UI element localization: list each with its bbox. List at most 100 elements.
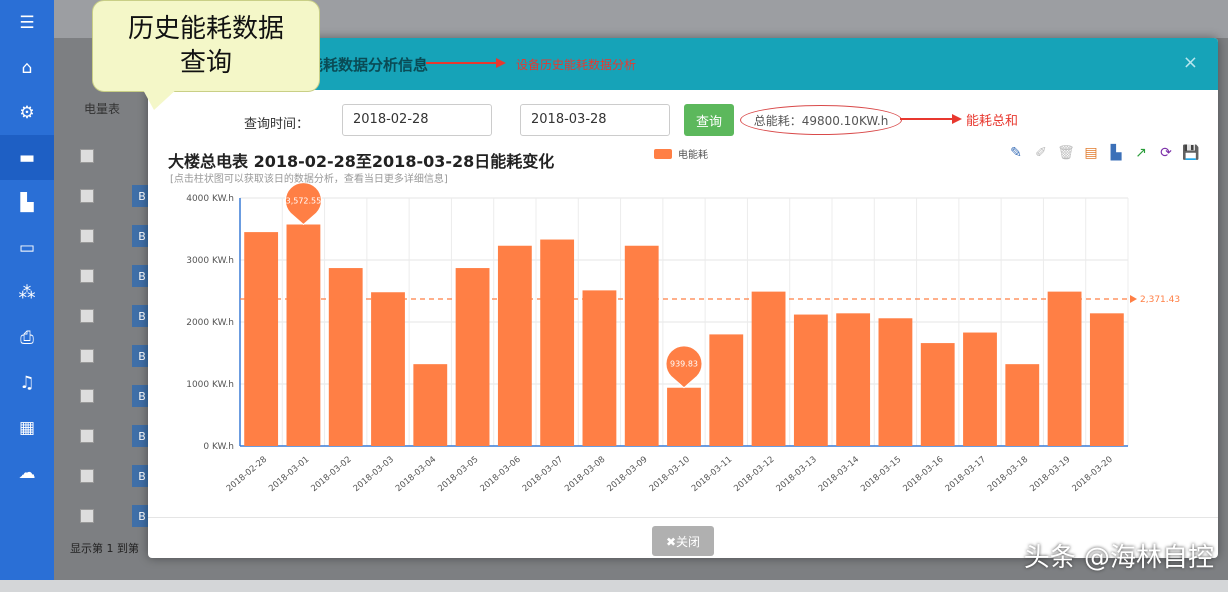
row-checkbox[interactable]: [80, 429, 94, 443]
page-info: 显示第 1 到第: [70, 542, 139, 555]
cloud-upload-icon[interactable]: ☁: [0, 450, 54, 495]
watermark: 头条 @海林自控: [1023, 543, 1214, 573]
print-icon[interactable]: ⎙: [0, 315, 54, 360]
end-date-input[interactable]: 2018-03-28: [520, 104, 670, 136]
background-table: 电量表 B B B B B B B B B: [60, 40, 160, 580]
x-tick-label: 2018-03-13: [775, 455, 819, 494]
chart-title: 大楼总电表 2018-02-28至2018-03-28日能耗变化: [168, 152, 555, 171]
start-date-input[interactable]: 2018-02-28: [342, 104, 492, 136]
x-tick-label: 2018-03-16: [901, 455, 945, 494]
query-button[interactable]: 查询: [684, 104, 734, 136]
arrow-annotation-icon: [426, 58, 506, 68]
chart-bar[interactable]: [920, 343, 955, 446]
row-checkbox[interactable]: [80, 309, 94, 323]
x-tick-label: 2018-03-10: [648, 455, 692, 494]
legend-swatch: [654, 148, 672, 159]
mark-undo-icon[interactable]: ✐: [1032, 144, 1050, 162]
y-tick-label: 4000 KW.h: [186, 194, 234, 204]
chart-bar[interactable]: [667, 387, 701, 446]
home-icon[interactable]: ⌂: [0, 45, 54, 90]
chart-bar[interactable]: [413, 364, 448, 446]
chart-bar[interactable]: [878, 318, 913, 446]
x-tick-label: 2018-03-01: [267, 455, 311, 494]
background-tab-label: 电量表: [84, 102, 121, 116]
sidebar: ☰ ⌂ ⚙ ▬ ▙ ▭ ⁂ ⎙ ♫ ▦ ☁: [0, 0, 54, 580]
chart-legend[interactable]: 电能耗: [654, 146, 708, 161]
x-tick-label: 2018-03-12: [732, 455, 776, 494]
modal-title: 能耗数据分析信息: [308, 56, 429, 74]
row-checkbox[interactable]: [80, 269, 94, 283]
card-icon[interactable]: ▭: [0, 225, 54, 270]
y-tick-label: 0 KW.h: [203, 442, 234, 452]
org-chart-icon[interactable]: ⁂: [0, 270, 54, 315]
average-label: 2,371.43: [1140, 295, 1180, 305]
bar-chart-icon[interactable]: ▙: [0, 180, 54, 225]
chart-bar[interactable]: [624, 245, 659, 446]
callout-line-1: 历史能耗数据: [127, 14, 284, 44]
min-label: 939.83: [670, 360, 698, 369]
grid-icon[interactable]: ▦: [0, 405, 54, 450]
gear-icon[interactable]: ⚙: [0, 90, 54, 135]
x-tick-label: 2018-02-28: [225, 455, 269, 494]
row-checkbox[interactable]: [80, 389, 94, 403]
chart-bar[interactable]: [497, 245, 532, 446]
chart-bar[interactable]: [540, 239, 575, 446]
chart-bar[interactable]: [328, 268, 363, 446]
x-tick-label: 2018-03-14: [817, 455, 861, 494]
row-checkbox[interactable]: [80, 509, 94, 523]
y-tick-label: 1000 KW.h: [186, 380, 234, 390]
chart-bar[interactable]: [793, 314, 828, 446]
menu-icon[interactable]: ☰: [0, 0, 54, 45]
chart-bar[interactable]: [455, 268, 490, 446]
mark-clear-icon[interactable]: 🗑: [1057, 144, 1075, 162]
arrow-annotation-icon: [900, 114, 962, 124]
average-arrow: [1130, 294, 1137, 303]
x-tick-label: 2018-03-09: [605, 455, 649, 494]
save-image-icon[interactable]: 💾: [1182, 144, 1200, 162]
query-time-label: 查询时间：: [244, 117, 310, 132]
header-annotation: 设备历史能耗数据分析: [516, 58, 637, 72]
row-checkbox[interactable]: [80, 149, 94, 163]
x-tick-label: 2018-03-08: [563, 455, 607, 494]
chart-bar[interactable]: [1047, 291, 1082, 446]
callout-line-2: 查询: [179, 48, 232, 78]
row-checkbox[interactable]: [80, 469, 94, 483]
x-tick-label: 2018-03-15: [859, 455, 903, 494]
chart-bar[interactable]: [1005, 364, 1040, 446]
restore-icon[interactable]: ⟳: [1157, 144, 1175, 162]
bell-icon[interactable]: ♫: [0, 360, 54, 405]
mark-icon[interactable]: ✎: [1007, 144, 1025, 162]
x-tick-label: 2018-03-20: [1071, 455, 1115, 494]
row-checkbox[interactable]: [80, 349, 94, 363]
chart-bar[interactable]: [1089, 313, 1124, 446]
chart-bar[interactable]: [286, 224, 321, 446]
legend-label: 电能耗: [678, 150, 708, 161]
row-checkbox[interactable]: [80, 229, 94, 243]
callout-tail: [142, 88, 178, 110]
close-button[interactable]: ✖关闭: [652, 526, 714, 556]
list-icon[interactable]: ▬: [0, 135, 54, 180]
chart-bar[interactable]: [709, 334, 744, 446]
bar-switch-icon[interactable]: ▙: [1107, 144, 1125, 162]
bar-chart: 0 KW.h 1000 KW.h 2000 KW.h 3000 KW.h 4000 KW…: [186, 182, 1180, 494]
chart-bar[interactable]: [582, 290, 617, 446]
x-tick-label: 2018-03-11: [690, 455, 734, 494]
chart-bar[interactable]: [751, 291, 786, 446]
total-annotation: 能耗总和: [966, 114, 1019, 129]
x-tick-label: 2018-03-03: [352, 455, 396, 494]
chart-bar[interactable]: [244, 232, 279, 446]
total-energy-display: 总能耗：49800.10KW.h: [740, 105, 902, 135]
annotation-callout: 历史能耗数据 查询: [92, 0, 320, 92]
bottom-scrollbar[interactable]: [0, 580, 1228, 592]
chart-bar[interactable]: [963, 332, 997, 446]
query-bar: 查询时间： 2018-02-28 2018-03-28 查询 总能耗：49800…: [148, 104, 1218, 138]
chart-bar[interactable]: [836, 313, 871, 446]
row-checkbox[interactable]: [80, 189, 94, 203]
line-switch-icon[interactable]: ↗: [1132, 144, 1150, 162]
x-tick-label: 2018-03-19: [1028, 455, 1072, 494]
close-icon[interactable]: ×: [1183, 52, 1198, 73]
data-view-icon[interactable]: ▤: [1082, 144, 1100, 162]
x-tick-label: 2018-03-02: [309, 455, 353, 494]
energy-analysis-modal: 能耗数据分析信息 设备历史能耗数据分析 × 查询时间： 2018-02-28 2…: [148, 38, 1218, 558]
chart-bar[interactable]: [371, 292, 405, 446]
